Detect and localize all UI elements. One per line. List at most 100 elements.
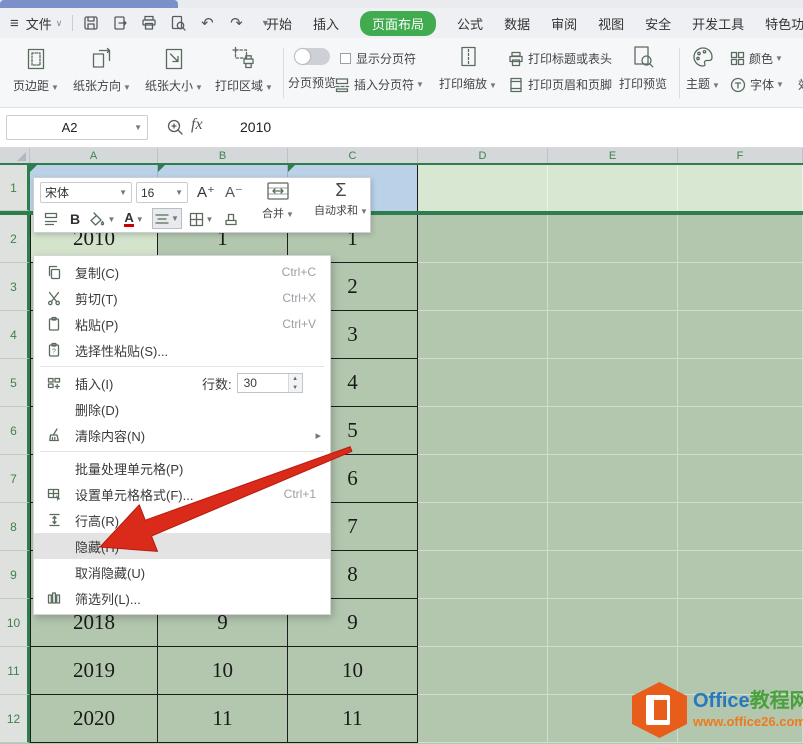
menu-item-行高R[interactable]: 行高(R)... [34,507,330,533]
checkbox-icon[interactable] [340,53,351,64]
menu-item-隐藏H[interactable]: 隐藏(H) [34,533,330,559]
row-header-8[interactable]: 8 [0,503,30,551]
cell-A12[interactable]: 2020 [30,695,158,743]
row-header-5[interactable]: 5 [0,359,30,407]
print-area-button[interactable]: 打印区域▼ [212,44,276,94]
file-menu[interactable]: 文件 [26,14,52,33]
cell-C11[interactable]: 10 [288,647,418,695]
select-all-corner[interactable] [0,148,30,163]
print-preview-icon[interactable] [168,13,188,33]
cell-C12[interactable]: 11 [288,695,418,743]
font-button[interactable]: 字体▼ 效 [730,76,803,93]
print-preview-button[interactable]: 打印预览 [615,42,671,92]
page-break-preview-toggle[interactable]: 分页预览 [284,42,340,91]
tab-开始[interactable]: 开始 [266,14,292,33]
tab-特色功[interactable]: 特色功 [765,14,803,33]
grow-font-button[interactable]: A⁺ [194,181,218,203]
row-header-6[interactable]: 6 [0,407,30,455]
menu-item-清除内容N[interactable]: 清除内容(N)▸ [34,422,330,448]
menu-item-粘贴P[interactable]: 粘贴(P)Ctrl+V [34,311,330,337]
menu-item-复制C[interactable]: 复制(C)Ctrl+C [34,259,330,285]
cell-E6[interactable] [548,407,678,455]
orientation-button[interactable]: 纸张方向▼ [70,44,134,94]
cell-E9[interactable] [548,551,678,599]
export-icon[interactable] [110,13,130,33]
menu-item-设置单元格格式F[interactable]: 设置单元格格式(F)...Ctrl+1 [34,481,330,507]
cell-F7[interactable] [678,455,803,503]
column-header-D[interactable]: D [418,148,548,163]
cell-F4[interactable] [678,311,803,359]
print-titles-button[interactable]: 打印标题或表头 [508,50,612,67]
cell-D9[interactable] [418,551,548,599]
cell-E3[interactable] [548,263,678,311]
row-header-12[interactable]: 12 [0,695,30,743]
cell-D1[interactable] [418,165,548,211]
cell-F2[interactable] [678,215,803,263]
margins-button[interactable]: 页边距▼ [10,44,62,94]
row-header-1[interactable]: 1 [0,165,30,211]
cell-F6[interactable] [678,407,803,455]
column-header-E[interactable]: E [548,148,678,163]
cell-E2[interactable] [548,215,678,263]
font-name-combo[interactable]: 宋体▼ [40,182,132,203]
redo-icon[interactable]: ↷ [226,13,246,33]
theme-button[interactable]: 主题▼ [684,42,722,92]
tab-公式[interactable]: 公式 [457,14,483,33]
column-header-A[interactable]: A [30,148,158,163]
menu-item-选择性粘贴S[interactable]: ?选择性粘贴(S)... [34,337,330,363]
cell-D12[interactable] [418,695,548,743]
cell-D8[interactable] [418,503,548,551]
toggle-off-icon[interactable] [294,48,330,65]
zoom-magnifier-icon[interactable] [165,117,185,142]
document-tab-fragment[interactable] [0,0,178,8]
name-box[interactable]: A2 ▼ [6,115,148,140]
print-header-footer-button[interactable]: 打印页眉和页脚 [508,76,612,93]
cell-A11[interactable]: 2019 [30,647,158,695]
font-size-combo[interactable]: 16▼ [136,182,188,203]
cell-F3[interactable] [678,263,803,311]
font-color-button[interactable]: A▼ [120,209,148,229]
styles-brush-button[interactable] [220,209,242,229]
format-painter-button[interactable] [40,209,62,229]
cell-D3[interactable] [418,263,548,311]
row-header-2[interactable]: 2 [0,215,30,263]
autosum-button[interactable]: Σ 自动求和▼ [312,180,370,218]
paper-size-button[interactable]: 纸张大小▼ [142,44,206,94]
menu-item-剪切T[interactable]: 剪切(T)Ctrl+X [34,285,330,311]
insert-page-break-button[interactable]: 插入分页符▼ [334,76,424,93]
fx-button[interactable]: fx [191,116,203,134]
cell-E8[interactable] [548,503,678,551]
undo-icon[interactable]: ↶ [197,13,217,33]
name-box-dropdown-icon[interactable]: ▼ [134,123,142,132]
cell-F5[interactable] [678,359,803,407]
cell-E10[interactable] [548,599,678,647]
print-scaling-button[interactable]: 打印缩放▼ [438,42,498,92]
row-header-3[interactable]: 3 [0,263,30,311]
column-header-C[interactable]: C [288,148,418,163]
row-header-11[interactable]: 11 [0,647,30,695]
colors-button[interactable]: 颜色▼ [730,50,783,67]
hamburger-menu-icon[interactable]: ≡ [10,15,19,32]
tab-插入[interactable]: 插入 [313,14,339,33]
cell-D2[interactable] [418,215,548,263]
row-header-4[interactable]: 4 [0,311,30,359]
menu-item-筛选列L[interactable]: 筛选列(L)... [34,585,330,611]
tab-安全[interactable]: 安全 [645,14,671,33]
cell-D5[interactable] [418,359,548,407]
spin-up-icon[interactable]: ▲ [289,374,302,383]
borders-button[interactable]: ▼ [186,209,216,229]
cell-B11[interactable]: 10 [158,647,288,695]
merge-cells-button[interactable]: 合并▼ [250,181,306,221]
cell-D11[interactable] [418,647,548,695]
show-page-breaks-checkbox[interactable]: 显示分页符 [340,50,416,67]
tab-审阅[interactable]: 审阅 [551,14,577,33]
row-header-10[interactable]: 10 [0,599,30,647]
tab-页面布局[interactable]: 页面布局 [360,11,436,36]
formula-input[interactable]: 2010 [218,113,799,141]
row-count-input[interactable]: 30▲▼ [237,373,303,393]
save-icon[interactable] [81,13,101,33]
cell-E4[interactable] [548,311,678,359]
printer-icon[interactable] [139,13,159,33]
spin-down-icon[interactable]: ▼ [289,383,302,392]
cell-D10[interactable] [418,599,548,647]
